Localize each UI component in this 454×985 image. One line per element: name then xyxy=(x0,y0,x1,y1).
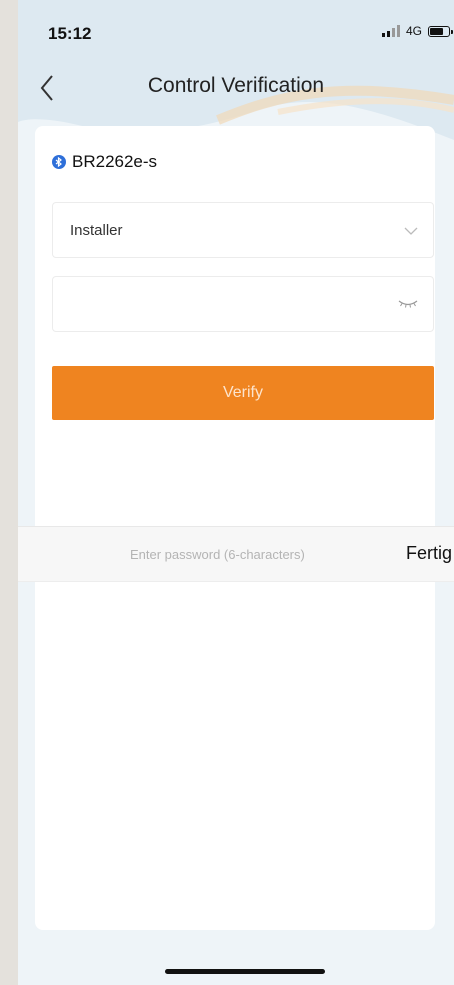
verification-card: BR2262e-s Installer Verify xyxy=(35,126,435,526)
home-indicator[interactable] xyxy=(165,969,325,974)
battery-icon xyxy=(428,25,453,37)
verify-button[interactable]: Verify xyxy=(52,366,434,420)
password-input[interactable] xyxy=(65,287,375,323)
eye-closed-icon[interactable] xyxy=(397,295,419,311)
role-select-value: Installer xyxy=(70,222,123,239)
battery-fill xyxy=(430,27,443,35)
chevron-down-icon xyxy=(404,227,418,235)
page-title: Control Verification xyxy=(147,74,325,97)
keyboard-done-button[interactable]: Fertig xyxy=(406,543,452,564)
role-select[interactable]: Installer xyxy=(52,202,434,258)
network-type: 4G xyxy=(405,24,422,38)
keyboard-hint: Enter password (6-characters) xyxy=(130,547,305,562)
navigation-bar: Control Verification xyxy=(18,66,454,110)
bluetooth-icon xyxy=(52,155,66,169)
keyboard-toolbar: Enter password (6-characters) Fertig xyxy=(18,526,454,582)
phone-screen: 15:12 4G Control Verification BR2262e-s … xyxy=(18,0,454,985)
card-lower-area xyxy=(35,582,435,930)
signal-icon xyxy=(381,25,400,37)
device-row: BR2262e-s xyxy=(52,152,157,172)
status-time: 15:12 xyxy=(48,24,92,43)
status-bar: 15:12 4G xyxy=(18,0,454,60)
device-name: BR2262e-s xyxy=(72,152,158,171)
status-indicators: 4G xyxy=(381,24,453,38)
password-field xyxy=(52,276,434,332)
